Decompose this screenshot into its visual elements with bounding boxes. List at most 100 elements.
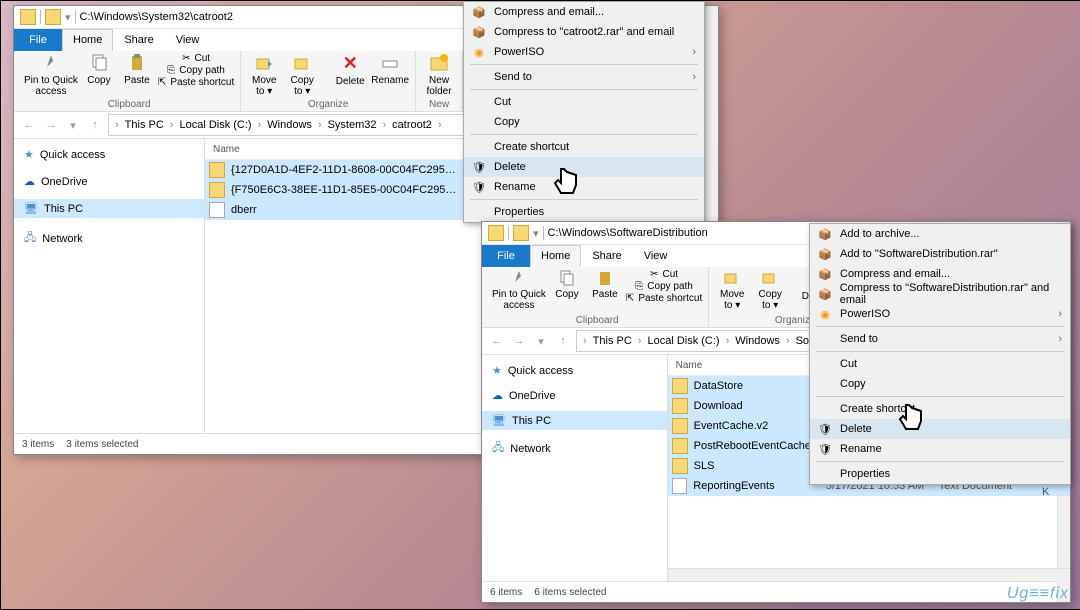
ctx-compress-to[interactable]: 📦Compress to "catroot2.rar" and email — [464, 22, 704, 42]
folder-icon — [672, 458, 688, 474]
selected-count: 3 items selected — [66, 439, 138, 450]
up-button[interactable]: ↑ — [554, 332, 572, 350]
ctx-compress-email[interactable]: 📦Compress and email... — [464, 2, 704, 22]
tab-share[interactable]: Share — [113, 29, 164, 51]
cut-button[interactable]: ✂Cut — [626, 269, 702, 280]
paste-button[interactable]: Paste — [120, 53, 154, 86]
ctx-rename[interactable]: 🛡Rename — [810, 439, 1070, 459]
tab-home[interactable]: Home — [530, 245, 581, 267]
paste-button[interactable]: Paste — [588, 269, 622, 300]
file-menu[interactable]: File — [482, 245, 530, 267]
sidebar-this-pc[interactable]: 🖥This PC — [14, 199, 204, 218]
separator — [816, 396, 1064, 397]
ctx-copy[interactable]: Copy — [810, 374, 1070, 394]
ctx-send-to[interactable]: Send to› — [810, 329, 1070, 349]
copy-to-button[interactable]: Copy to ▾ — [753, 269, 787, 311]
copy-button[interactable]: Copy — [550, 269, 584, 300]
tab-share[interactable]: Share — [581, 245, 632, 267]
folder-icon — [488, 225, 504, 241]
new-folder-button[interactable]: New folder — [422, 53, 456, 97]
sidebar-network[interactable]: 🖧Network — [482, 436, 667, 461]
shield-icon: 🛡 — [472, 180, 486, 194]
recent-button[interactable]: ▾ — [532, 332, 550, 350]
ctx-delete[interactable]: 🛡Delete — [464, 157, 704, 177]
copy-icon — [558, 269, 576, 287]
winrar-icon: 📦 — [818, 267, 832, 281]
paste-shortcut-button[interactable]: ⇱Paste shortcut — [158, 77, 234, 88]
sidebar-this-pc[interactable]: 🖥This PC — [482, 411, 667, 430]
ctx-properties[interactable]: Properties — [464, 202, 704, 222]
ctx-cut[interactable]: Cut — [464, 92, 704, 112]
ctx-properties[interactable]: Properties — [810, 464, 1070, 484]
moveto-icon — [723, 269, 741, 287]
tab-view[interactable]: View — [165, 29, 211, 51]
pin-to-quick-access-button[interactable]: Pin to Quick access — [24, 53, 78, 97]
ctx-compress-to[interactable]: 📦Compress to "SoftwareDistribution.rar" … — [810, 284, 1070, 304]
shortcut-icon: ⇱ — [626, 293, 634, 304]
pin-icon — [510, 269, 528, 287]
sidebar-network[interactable]: 🖧Network — [14, 226, 204, 251]
copy-path-button[interactable]: ⎘Copy path — [158, 65, 234, 76]
folder-icon — [20, 9, 36, 25]
sidebar-quick-access[interactable]: ★Quick access — [14, 145, 204, 164]
ctx-poweriso[interactable]: ◉PowerISO› — [810, 304, 1070, 324]
sidebar-onedrive[interactable]: ☁OneDrive — [14, 172, 204, 191]
tab-home[interactable]: Home — [62, 29, 113, 51]
forward-button[interactable]: → — [510, 332, 528, 350]
title-text: C:\Windows\System32\catroot2 — [80, 11, 233, 23]
ctx-add-to[interactable]: 📦Add to "SoftwareDistribution.rar" — [810, 244, 1070, 264]
copy-button[interactable]: Copy — [82, 53, 116, 86]
pin-to-quick-access-button[interactable]: Pin to Quick access — [492, 269, 546, 311]
pc-icon: 🖥 — [24, 202, 38, 215]
rename-button[interactable]: Rename — [371, 53, 409, 86]
forward-button[interactable]: → — [42, 116, 60, 134]
back-button[interactable]: ← — [20, 116, 38, 134]
statusbar: 6 items 6 items selected — [482, 581, 1070, 602]
title-text: C:\Windows\SoftwareDistribution — [548, 227, 708, 239]
ctx-create-shortcut[interactable]: Create shortcut — [810, 399, 1070, 419]
ctx-compress-email[interactable]: 📦Compress and email... — [810, 264, 1070, 284]
pin-icon — [41, 53, 61, 73]
copy-to-button[interactable]: Copy to ▾ — [285, 53, 319, 97]
winrar-icon: 📦 — [818, 287, 832, 301]
winrar-icon: 📦 — [472, 25, 486, 39]
ctx-poweriso[interactable]: ◉PowerISO› — [464, 42, 704, 62]
delete-icon: ✕ — [343, 53, 358, 74]
ctx-rename[interactable]: 🛡Rename — [464, 177, 704, 197]
ctx-add-archive[interactable]: 📦Add to archive... — [810, 224, 1070, 244]
scrollbar-h[interactable] — [668, 568, 1070, 581]
back-button[interactable]: ← — [488, 332, 506, 350]
star-icon: ★ — [492, 364, 502, 377]
separator — [470, 134, 698, 135]
move-to-button[interactable]: Move to ▾ — [715, 269, 749, 311]
ctx-send-to[interactable]: Send to› — [464, 67, 704, 87]
recent-button[interactable]: ▾ — [64, 116, 82, 134]
up-button[interactable]: ↑ — [86, 116, 104, 134]
paste-icon — [127, 53, 147, 73]
sidebar-quick-access[interactable]: ★Quick access — [482, 361, 667, 380]
file-menu[interactable]: File — [14, 29, 62, 51]
scissors-icon: ✂ — [650, 269, 658, 280]
separator — [75, 10, 76, 24]
folder-icon — [45, 9, 61, 25]
down-icon[interactable]: ▾ — [533, 227, 539, 240]
cut-button[interactable]: ✂Cut — [158, 53, 234, 64]
separator — [470, 64, 698, 65]
group-label: New — [422, 99, 456, 111]
ctx-delete[interactable]: 🛡Delete — [810, 419, 1070, 439]
paste-shortcut-button[interactable]: ⇱Paste shortcut — [626, 293, 702, 304]
poweriso-icon: ◉ — [818, 307, 832, 321]
down-icon[interactable]: ▾ — [65, 11, 71, 24]
move-to-button[interactable]: Move to ▾ — [247, 53, 281, 97]
moveto-icon — [254, 53, 274, 73]
cloud-icon: ☁ — [24, 175, 35, 188]
ctx-create-shortcut[interactable]: Create shortcut — [464, 137, 704, 157]
ctx-cut[interactable]: Cut — [810, 354, 1070, 374]
separator — [470, 89, 698, 90]
copy-path-button[interactable]: ⎘Copy path — [626, 281, 702, 292]
tab-view[interactable]: View — [633, 245, 679, 267]
ctx-copy[interactable]: Copy — [464, 112, 704, 132]
group-label: Clipboard — [24, 99, 234, 111]
delete-button[interactable]: ✕Delete — [333, 53, 367, 87]
sidebar-onedrive[interactable]: ☁OneDrive — [482, 386, 667, 405]
